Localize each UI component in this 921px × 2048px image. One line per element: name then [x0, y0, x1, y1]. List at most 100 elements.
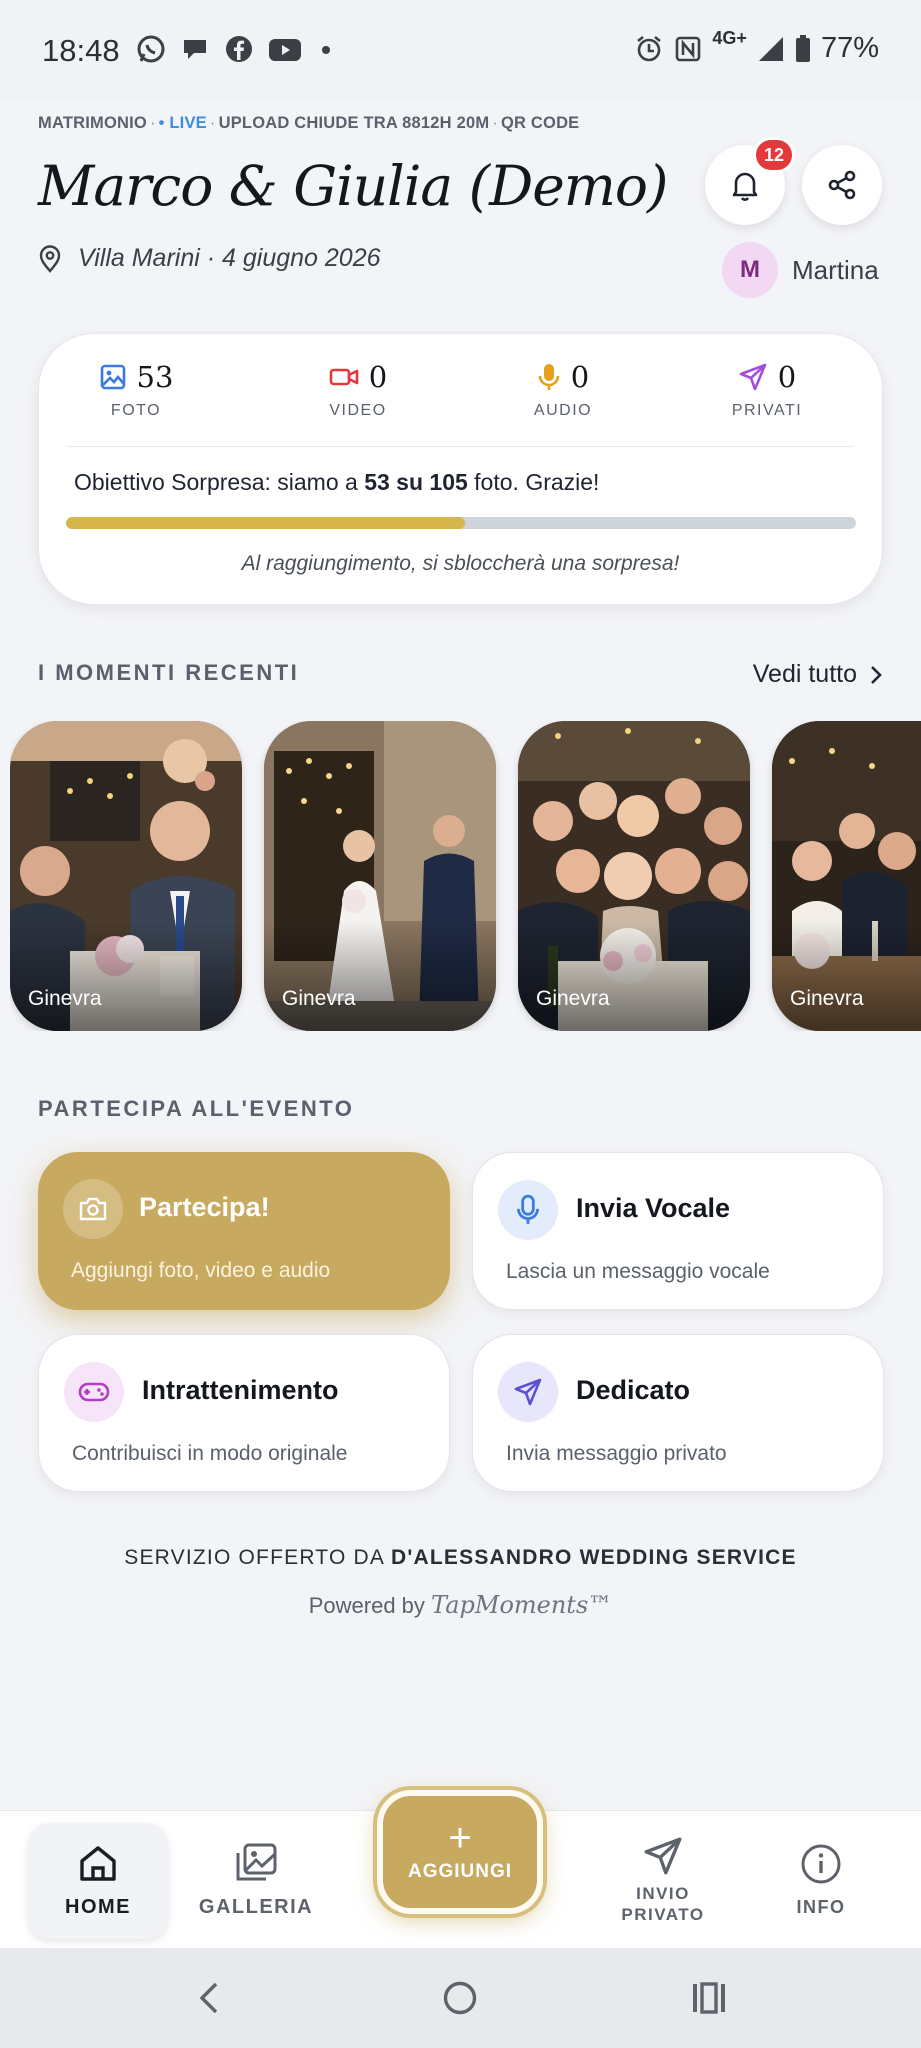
image-icon [100, 364, 125, 390]
gamepad-icon [64, 1362, 124, 1422]
card-subtitle: Lascia un messaggio vocale [506, 1260, 770, 1283]
nav-home[interactable]: HOME [28, 1823, 168, 1939]
add-label: AGGIUNGI [407, 1861, 513, 1882]
status-time: 18:48 [42, 33, 120, 68]
notification-count-badge: 12 [753, 137, 796, 173]
dot-icon [322, 46, 330, 54]
dedicated-message-button[interactable]: Dedicato Invia messaggio privato [472, 1334, 884, 1492]
stat-value: 53 [136, 360, 174, 394]
moment-author: Ginevra [790, 987, 864, 1010]
network-type: 4G+ [712, 28, 747, 48]
powered-by: Powered by TapMoments™ [308, 1591, 613, 1619]
moment-card[interactable]: Ginevra [772, 721, 921, 1031]
status-right: 4G+ 77% [634, 28, 879, 65]
entertainment-button[interactable]: Intrattenimento Contribuisci in modo ori… [38, 1334, 450, 1492]
stat-value: 0 [777, 360, 797, 394]
user-name: Martina [792, 254, 879, 285]
card-title: Invia Vocale [576, 1193, 731, 1223]
moment-card[interactable]: Ginevra [264, 721, 496, 1031]
home-icon [80, 1845, 116, 1881]
signal-icon [758, 36, 783, 61]
youtube-icon [269, 39, 301, 61]
system-navigation-bar [0, 1948, 921, 2048]
goal-text: Obiettivo Sorpresa: siamo a 53 su 105 fo… [74, 469, 600, 495]
nav-label: HOME [65, 1895, 131, 1918]
venue-text: Villa Marini · 4 giugno 2026 [78, 244, 381, 272]
video-camera-icon [329, 368, 359, 386]
info-icon [801, 1844, 841, 1883]
chevron-right-icon [871, 665, 882, 684]
share-button[interactable] [802, 145, 882, 225]
goal-progress-fill [66, 517, 465, 529]
facebook-icon [226, 36, 252, 62]
stat-label: PRIVATI [731, 402, 803, 419]
stat-label: VIDEO [329, 402, 387, 419]
share-icon [828, 170, 856, 200]
event-venue: Villa Marini · 4 giugno 2026 [38, 244, 381, 273]
whatsapp-icon [137, 35, 165, 63]
bell-icon [732, 172, 758, 201]
nav-info[interactable]: INFO [756, 1811, 886, 1949]
moments-heading: I MOMENTI RECENTI [38, 660, 300, 685]
see-all-label: Vedi tutto [752, 660, 857, 688]
stat-audio[interactable]: 0 AUDIO [503, 360, 623, 420]
battery-icon [795, 34, 810, 62]
nfc-icon [676, 36, 701, 61]
paper-plane-icon [644, 1837, 682, 1875]
microphone-icon [538, 364, 560, 390]
card-subtitle: Invia messaggio privato [506, 1442, 727, 1465]
stat-private[interactable]: 0 PRIVATI [707, 360, 827, 420]
qr-code-link[interactable]: QR CODE [501, 114, 579, 132]
avatar: M [722, 242, 778, 298]
upload-deadline: UPLOAD CHIUDE TRA 8812H 20M [218, 114, 490, 132]
status-app-icons [136, 34, 336, 64]
recent-apps-icon[interactable] [690, 1980, 728, 2016]
stat-videos[interactable]: 0 VIDEO [298, 360, 418, 420]
microphone-icon [498, 1180, 558, 1240]
card-title: Partecipa! [139, 1192, 270, 1222]
battery-level: 77% [820, 32, 879, 64]
moments-carousel[interactable]: Ginevra Ginevra Ginevra Ginevra [10, 721, 921, 1031]
goal-note: Al raggiungimento, si sbloccherà una sor… [241, 552, 680, 575]
current-user[interactable]: M Martina [722, 242, 879, 298]
goal-target: 105 [429, 469, 468, 495]
moment-card[interactable]: Ginevra [518, 721, 750, 1031]
nav-label: INVIO PRIVATO [621, 1884, 705, 1924]
goal-progress-bar [66, 517, 856, 529]
nav-gallery[interactable]: GALLERIA [186, 1811, 326, 1949]
service-name: D'ALESSANDRO WEDDING SERVICE [390, 1546, 797, 1569]
paper-plane-icon [739, 363, 767, 391]
camera-icon [63, 1179, 123, 1239]
home-circle-icon[interactable] [442, 1980, 478, 2016]
status-bar: 18:48 4G+ 77% [0, 0, 921, 100]
card-subtitle: Contribuisci in modo originale [72, 1442, 348, 1465]
goal-current: 53 [364, 469, 390, 495]
card-title: Dedicato [576, 1375, 691, 1405]
stat-value: 0 [570, 360, 590, 394]
add-content-button[interactable]: + AGGIUNGI [377, 1790, 543, 1914]
event-type: MATRIMONIO [38, 114, 147, 132]
brand-logo: TapMoments™ [431, 1591, 613, 1619]
moment-author: Ginevra [282, 987, 356, 1010]
chat-icon [184, 40, 206, 59]
stat-photos[interactable]: 53 FOTO [76, 360, 196, 420]
nav-private-message[interactable]: INVIO PRIVATO [598, 1811, 728, 1949]
live-indicator: • LIVE [158, 114, 207, 132]
nav-label: INFO [796, 1896, 846, 1917]
back-icon[interactable] [195, 1980, 225, 2016]
moment-author: Ginevra [28, 987, 102, 1010]
alarm-icon [637, 35, 662, 61]
stat-label: FOTO [110, 402, 162, 419]
see-all-link[interactable]: Vedi tutto [753, 660, 883, 689]
participate-button[interactable]: Partecipa! Aggiungi foto, video e audio [38, 1152, 450, 1310]
moment-card[interactable]: Ginevra [10, 721, 242, 1031]
event-meta: MATRIMONIO · • LIVE · UPLOAD CHIUDE TRA 8812… [38, 114, 580, 132]
event-title: Marco & Giulia (Demo) [38, 154, 668, 218]
plus-icon: + [448, 1816, 472, 1860]
voice-message-button[interactable]: Invia Vocale Lascia un messaggio vocale [472, 1152, 884, 1310]
card-subtitle: Aggiungi foto, video e audio [71, 1259, 331, 1282]
stats-card: 53 FOTO 0 VIDEO 0 AUDIO 0 PRIVATI Obiett… [38, 333, 883, 605]
gallery-icon [236, 1843, 277, 1880]
participate-heading: PARTECIPA ALL'EVENTO [38, 1096, 355, 1121]
service-credit: SERVIZIO OFFERTO DA D'ALESSANDRO WEDDING… [124, 1546, 797, 1569]
